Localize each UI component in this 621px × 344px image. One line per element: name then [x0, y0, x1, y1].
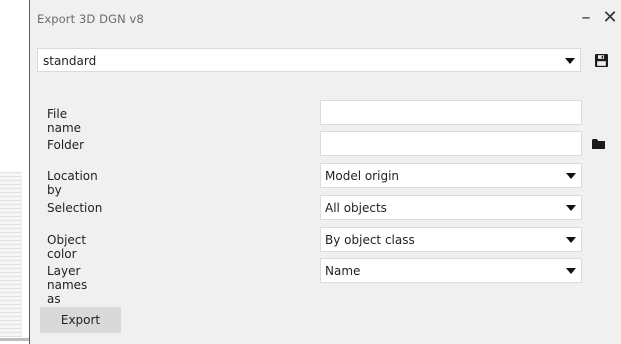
layer-names-label: Layer names as [47, 264, 88, 306]
location-by-value: Model origin [325, 169, 400, 183]
object-color-value: By object class [325, 233, 415, 247]
close-button[interactable]: ✕ [599, 7, 621, 29]
location-by-label: Location by [47, 169, 98, 197]
chevron-down-icon [566, 268, 576, 274]
file-name-label: File name [47, 107, 82, 135]
window-title: Export 3D DGN v8 [37, 12, 144, 26]
layer-names-dropdown[interactable]: Name [320, 258, 582, 283]
selection-label: Selection [47, 201, 103, 215]
selection-value: All objects [325, 201, 387, 215]
location-by-dropdown[interactable]: Model origin [320, 163, 582, 188]
preset-value: standard [43, 54, 97, 68]
layer-names-value: Name [325, 264, 361, 278]
export-dialog: Export 3D DGN v8 – ✕ standard File name [29, 0, 621, 344]
save-icon [594, 53, 608, 67]
chevron-down-icon [566, 205, 576, 211]
title-bar[interactable]: Export 3D DGN v8 – ✕ [30, 0, 621, 40]
save-preset-button[interactable] [589, 48, 613, 72]
preset-dropdown[interactable]: standard [37, 48, 581, 72]
selection-dropdown[interactable]: All objects [320, 195, 582, 220]
folder-input[interactable] [320, 131, 582, 156]
object-color-dropdown[interactable]: By object class [320, 227, 582, 252]
chevron-down-icon [566, 173, 576, 179]
folder-icon [591, 139, 605, 149]
chevron-down-icon [566, 237, 576, 243]
screen: Export 3D DGN v8 – ✕ standard File name [0, 0, 621, 344]
minimize-button[interactable]: – [575, 7, 597, 29]
chevron-down-icon [565, 58, 575, 64]
browse-folder-button[interactable] [586, 132, 610, 156]
background-panel [0, 172, 22, 337]
export-button[interactable]: Export [40, 307, 121, 333]
folder-label: Folder [47, 138, 85, 152]
file-name-input[interactable] [320, 100, 582, 125]
object-color-label: Object color [47, 233, 87, 261]
